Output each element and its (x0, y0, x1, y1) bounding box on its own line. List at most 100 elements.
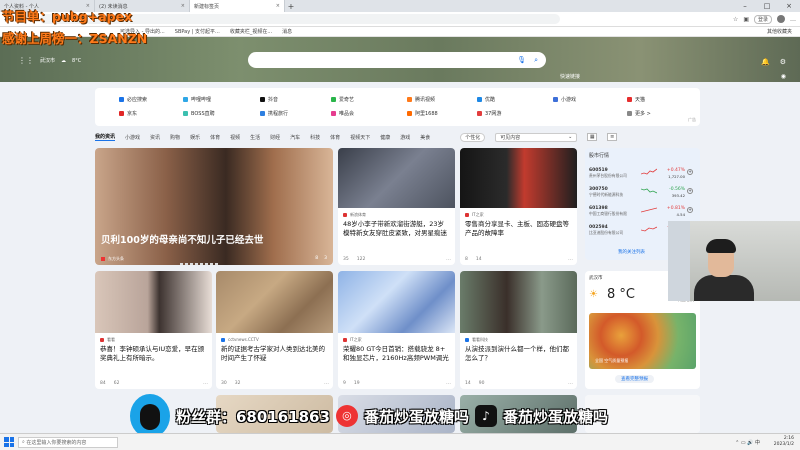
feed-tab[interactable]: 视频 (230, 134, 240, 141)
grid-layout-icon[interactable]: ▦ (587, 133, 598, 141)
feed-tab[interactable]: 资讯 (150, 134, 160, 141)
more-icon[interactable]: … (568, 256, 573, 262)
news-card[interactable]: cctvnews.CCTV 新的证据考古学家对人类到达北美的时间产生了怀疑 30… (216, 271, 333, 389)
search-icon[interactable]: ⌕ (534, 56, 538, 65)
quick-link[interactable]: 37网游 (477, 110, 501, 117)
profile-avatar[interactable] (777, 15, 785, 23)
comments[interactable]: 122 (357, 257, 366, 262)
clock[interactable]: 2:16 2023/1/2 (774, 436, 794, 448)
browser-tab-active[interactable]: 新建标签页 × (190, 0, 285, 12)
favorites-icon[interactable]: ☆ (733, 16, 738, 23)
add-icon[interactable]: + (687, 207, 693, 213)
likes[interactable]: 14 (465, 381, 471, 386)
microphone-icon[interactable]: 🎙 (517, 56, 526, 64)
new-tab-button[interactable]: + (285, 0, 297, 12)
feed-tab[interactable]: 体育 (210, 134, 220, 141)
feed-tab[interactable]: 健康 (380, 134, 390, 141)
apps-grid-icon[interactable]: ⋮⋮ (18, 56, 34, 65)
news-title[interactable]: 零售商分享显卡、主板、固态硬盘等产品的故障率 (465, 220, 572, 237)
quick-link[interactable]: 抖音 (260, 96, 278, 103)
settings-icon[interactable]: ⚙ (780, 58, 786, 66)
add-icon[interactable]: + (687, 188, 693, 194)
add-icon[interactable]: + (687, 169, 693, 175)
quick-link[interactable]: 必应搜索 (119, 96, 147, 103)
news-title[interactable]: 从演技派到演什么都一个样，他们都怎么了？ (465, 345, 572, 362)
favorite-item[interactable]: 收藏夹栏_视频在... (230, 28, 272, 35)
feed-tab[interactable]: 汽车 (290, 134, 300, 141)
comments[interactable]: 62 (114, 381, 120, 386)
comments[interactable]: 14 (476, 257, 482, 262)
feed-tab[interactable]: 美食 (420, 134, 430, 141)
comments[interactable]: 90 (479, 381, 485, 386)
taskbar-search[interactable]: ⌕ 在这里输入你要搜索的内容 (18, 436, 118, 448)
quick-link[interactable]: 哔哩哔哩 (183, 96, 211, 103)
minimize-icon[interactable]: – (734, 0, 756, 12)
quick-link[interactable]: 京东 (119, 110, 137, 117)
feed-tab[interactable]: 小游戏 (125, 134, 140, 141)
favorite-item[interactable]: 消息 (282, 28, 292, 35)
quick-links-toggle[interactable]: 快速链接 (560, 73, 580, 80)
quick-link[interactable]: 爱奇艺 (331, 96, 354, 103)
stock-row[interactable]: 300750 宁德时代新能源科技 -0.56% 393.42 + (589, 187, 693, 198)
feed-tab[interactable]: 游戏 (400, 134, 410, 141)
comments[interactable]: 32 (235, 381, 241, 386)
likes[interactable]: 35 (343, 257, 349, 262)
more-icon[interactable]: … (446, 256, 451, 262)
feed-tab[interactable]: 体育 (330, 134, 340, 141)
stock-row[interactable]: 600519 贵州茅台股份有限公司 +0.47% 1,727.00 + (589, 168, 693, 179)
news-card[interactable]: IT之家 零售商分享显卡、主板、固态硬盘等产品的故障率 8 14 … (460, 148, 577, 265)
more-icon[interactable]: … (790, 16, 796, 23)
close-icon[interactable]: × (181, 3, 185, 9)
windows-start-icon[interactable] (4, 437, 14, 447)
news-card[interactable]: 新浪体育 48岁小李子带新欢溜街游艇，23岁模特新女友穿肚皮紧致，对男星痴迷 3… (338, 148, 455, 265)
feed-tab[interactable]: 财经 (270, 134, 280, 141)
quick-link[interactable]: 腾讯视频 (407, 96, 435, 103)
feed-tab[interactable]: 我的资讯 (95, 133, 116, 141)
image-info-icon[interactable]: ◉ (781, 73, 786, 80)
maximize-icon[interactable]: □ (756, 0, 778, 12)
quick-link[interactable]: 优酷 (477, 96, 495, 103)
notification-icon[interactable]: 🔔 (761, 58, 770, 66)
likes[interactable]: 8 (465, 257, 468, 262)
collections-icon[interactable]: ▣ (743, 16, 749, 23)
list-layout-icon[interactable]: ≡ (607, 133, 618, 141)
favorite-item[interactable]: SBPay | 支付起平... (175, 28, 220, 35)
system-tray[interactable]: ⌃ ▭ 🔊 中 (735, 439, 760, 446)
news-title[interactable]: 荣耀80 GT今日首销：搭载骁龙 8+ 和独显芯片，2160Hz高频PWM调光 (343, 345, 450, 362)
quick-link[interactable]: 阿里1688 (407, 110, 438, 117)
feed-tab[interactable]: 购物 (170, 134, 180, 141)
carousel-dots[interactable] (180, 263, 218, 265)
search-box[interactable]: 🎙 ⌕ (248, 52, 546, 68)
likes[interactable]: 84 (100, 381, 106, 386)
weather-location[interactable]: 武汉市 (589, 275, 603, 281)
location-text[interactable]: 武汉市 (40, 57, 55, 64)
news-title[interactable]: 新的证据考古学家对人类到达北美的时间产生了怀疑 (221, 345, 328, 362)
quick-link[interactable]: 小游戏 (553, 96, 576, 103)
quick-link[interactable]: 天猫 (627, 96, 645, 103)
feed-tab[interactable]: 生活 (250, 134, 260, 141)
likes[interactable]: 8 (315, 256, 318, 261)
news-title[interactable]: 48岁小李子带新欢溜街游艇，23岁模特新女友穿肚皮紧致，对男星痴迷 (343, 220, 450, 237)
feature-title[interactable]: 贝利100岁的母亲尚不知儿子已经去世 (101, 232, 263, 246)
quick-link[interactable]: 携程旅行 (260, 110, 288, 117)
news-title[interactable]: 恭喜！李钟硕承认与IU恋爱，早在颁奖典礼上有所暗示。 (100, 345, 207, 362)
close-icon[interactable]: × (276, 3, 280, 9)
feed-tab[interactable]: 视频天下 (350, 134, 370, 141)
likes[interactable]: 9 (343, 381, 346, 386)
login-button[interactable]: 登录 (753, 14, 772, 24)
close-window-icon[interactable]: × (778, 0, 800, 12)
more-icon[interactable]: … (446, 380, 451, 386)
feed-content-select[interactable]: 可见内容 ⌄ (495, 132, 578, 142)
watchlist-button[interactable]: 我的关注列表 (618, 249, 645, 255)
more-icon[interactable]: … (568, 380, 573, 386)
comments[interactable]: 3 (324, 256, 327, 261)
more-icon[interactable]: … (324, 380, 329, 386)
other-favorites[interactable]: 其他收藏夹 (767, 28, 792, 35)
quick-link[interactable]: 唯品会 (331, 110, 354, 117)
full-forecast-button[interactable]: 查看完整预报 (615, 375, 654, 383)
feed-tab[interactable]: 科技 (310, 134, 320, 141)
comments[interactable]: 19 (354, 381, 360, 386)
news-card[interactable]: 看看科技 从演技派到演什么都一个样，他们都怎么了？ 14 90 … (460, 271, 577, 389)
quick-link-more[interactable]: 更多 > (627, 110, 651, 117)
quick-link[interactable]: BOSS直聘 (183, 110, 215, 117)
